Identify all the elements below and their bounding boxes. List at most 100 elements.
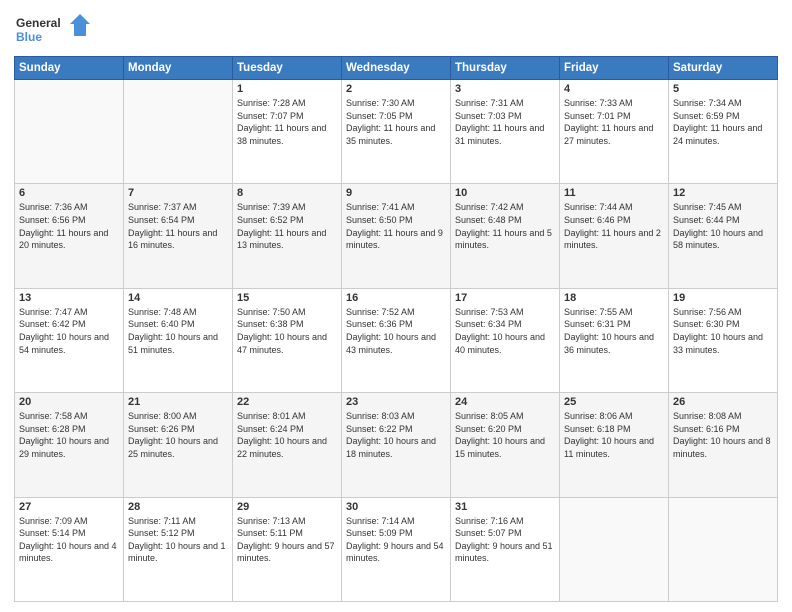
calendar-cell: 27 Sunrise: 7:09 AM Sunset: 5:14 PM Dayli…: [15, 497, 124, 601]
day-number: 14: [128, 292, 228, 304]
calendar-cell: 28 Sunrise: 7:11 AM Sunset: 5:12 PM Dayli…: [124, 497, 233, 601]
calendar-cell: 25 Sunrise: 8:06 AM Sunset: 6:18 PM Dayli…: [560, 393, 669, 497]
day-number: 28: [128, 501, 228, 513]
calendar-cell: [669, 497, 778, 601]
day-number: 24: [455, 396, 555, 408]
calendar-cell: 11 Sunrise: 7:44 AM Sunset: 6:46 PM Dayli…: [560, 184, 669, 288]
calendar-cell: 20 Sunrise: 7:58 AM Sunset: 6:28 PM Dayli…: [15, 393, 124, 497]
day-number: 1: [237, 83, 337, 95]
day-number: 27: [19, 501, 119, 513]
svg-text:Blue: Blue: [16, 30, 42, 44]
day-number: 31: [455, 501, 555, 513]
svg-text:General: General: [16, 16, 61, 30]
day-number: 17: [455, 292, 555, 304]
calendar-cell: 22 Sunrise: 8:01 AM Sunset: 6:24 PM Dayli…: [233, 393, 342, 497]
calendar-cell: 13Sunrise: 7:47 AM Sunset: 6:42 PM Dayli…: [15, 288, 124, 392]
calendar-cell: 1 Sunrise: 7:28 AM Sunset: 7:07 PM Daylig…: [233, 80, 342, 184]
day-content: Sunrise: 7:28 AM Sunset: 7:07 PM Dayligh…: [237, 97, 337, 147]
day-number: 7: [128, 187, 228, 199]
day-content: Sunrise: 7:30 AM Sunset: 7:05 PM Dayligh…: [346, 97, 446, 147]
day-content: Sunrise: 7:31 AM Sunset: 7:03 PM Dayligh…: [455, 97, 555, 147]
day-number: 29: [237, 501, 337, 513]
calendar-cell: 14 Sunrise: 7:48 AM Sunset: 6:40 PM Dayli…: [124, 288, 233, 392]
day-of-week-header: Sunday: [15, 57, 124, 80]
day-number: 3: [455, 83, 555, 95]
day-content: Sunrise: 7:48 AM Sunset: 6:40 PM Dayligh…: [128, 306, 228, 356]
day-content: Sunrise: 7:39 AM Sunset: 6:52 PM Dayligh…: [237, 201, 337, 251]
day-number: 2: [346, 83, 446, 95]
calendar-cell: 17 Sunrise: 7:53 AM Sunset: 6:34 PM Dayli…: [451, 288, 560, 392]
day-of-week-header: Monday: [124, 57, 233, 80]
day-number: 25: [564, 396, 664, 408]
page: General Blue SundayMondayTuesdayWednesda…: [0, 0, 792, 612]
day-content: Sunrise: 8:05 AM Sunset: 6:20 PM Dayligh…: [455, 410, 555, 460]
day-number: 22: [237, 396, 337, 408]
calendar-cell: 19 Sunrise: 7:56 AM Sunset: 6:30 PM Dayli…: [669, 288, 778, 392]
day-content: Sunrise: 7:33 AM Sunset: 7:01 PM Dayligh…: [564, 97, 664, 147]
calendar-cell: 10 Sunrise: 7:42 AM Sunset: 6:48 PM Dayli…: [451, 184, 560, 288]
calendar-cell: 18 Sunrise: 7:55 AM Sunset: 6:31 PM Dayli…: [560, 288, 669, 392]
day-number: 16: [346, 292, 446, 304]
day-content: Sunrise: 7:47 AM Sunset: 6:42 PM Dayligh…: [19, 306, 119, 356]
calendar-week-row: 27 Sunrise: 7:09 AM Sunset: 5:14 PM Dayli…: [15, 497, 778, 601]
day-number: 19: [673, 292, 773, 304]
day-content: Sunrise: 7:11 AM Sunset: 5:12 PM Dayligh…: [128, 515, 228, 565]
day-content: Sunrise: 8:00 AM Sunset: 6:26 PM Dayligh…: [128, 410, 228, 460]
day-content: Sunrise: 7:37 AM Sunset: 6:54 PM Dayligh…: [128, 201, 228, 251]
day-content: Sunrise: 7:45 AM Sunset: 6:44 PM Dayligh…: [673, 201, 773, 251]
day-number: 9: [346, 187, 446, 199]
day-number: 20: [19, 396, 119, 408]
day-content: Sunrise: 7:34 AM Sunset: 6:59 PM Dayligh…: [673, 97, 773, 147]
calendar-week-row: 20 Sunrise: 7:58 AM Sunset: 6:28 PM Dayli…: [15, 393, 778, 497]
header: General Blue: [14, 10, 778, 50]
calendar-cell: 23 Sunrise: 8:03 AM Sunset: 6:22 PM Dayli…: [342, 393, 451, 497]
day-of-week-header: Thursday: [451, 57, 560, 80]
day-content: Sunrise: 7:52 AM Sunset: 6:36 PM Dayligh…: [346, 306, 446, 356]
day-content: Sunrise: 7:50 AM Sunset: 6:38 PM Dayligh…: [237, 306, 337, 356]
calendar-cell: 16 Sunrise: 7:52 AM Sunset: 6:36 PM Dayli…: [342, 288, 451, 392]
calendar-cell: 9 Sunrise: 7:41 AM Sunset: 6:50 PM Daylig…: [342, 184, 451, 288]
day-content: Sunrise: 7:44 AM Sunset: 6:46 PM Dayligh…: [564, 201, 664, 251]
calendar-cell: 3 Sunrise: 7:31 AM Sunset: 7:03 PM Daylig…: [451, 80, 560, 184]
calendar-header-row: SundayMondayTuesdayWednesdayThursdayFrid…: [15, 57, 778, 80]
day-content: Sunrise: 7:41 AM Sunset: 6:50 PM Dayligh…: [346, 201, 446, 251]
day-content: Sunrise: 7:16 AM Sunset: 5:07 PM Dayligh…: [455, 515, 555, 565]
day-content: Sunrise: 7:56 AM Sunset: 6:30 PM Dayligh…: [673, 306, 773, 356]
day-of-week-header: Tuesday: [233, 57, 342, 80]
day-content: Sunrise: 8:03 AM Sunset: 6:22 PM Dayligh…: [346, 410, 446, 460]
day-of-week-header: Friday: [560, 57, 669, 80]
calendar-cell: 29Sunrise: 7:13 AM Sunset: 5:11 PM Dayli…: [233, 497, 342, 601]
calendar-cell: 5 Sunrise: 7:34 AM Sunset: 6:59 PM Daylig…: [669, 80, 778, 184]
calendar-cell: [15, 80, 124, 184]
day-content: Sunrise: 7:09 AM Sunset: 5:14 PM Dayligh…: [19, 515, 119, 565]
day-content: Sunrise: 7:55 AM Sunset: 6:31 PM Dayligh…: [564, 306, 664, 356]
day-content: Sunrise: 8:06 AM Sunset: 6:18 PM Dayligh…: [564, 410, 664, 460]
logo: General Blue: [14, 10, 94, 50]
day-content: Sunrise: 8:01 AM Sunset: 6:24 PM Dayligh…: [237, 410, 337, 460]
day-content: Sunrise: 7:36 AM Sunset: 6:56 PM Dayligh…: [19, 201, 119, 251]
calendar-cell: [124, 80, 233, 184]
day-number: 30: [346, 501, 446, 513]
day-number: 5: [673, 83, 773, 95]
day-content: Sunrise: 7:58 AM Sunset: 6:28 PM Dayligh…: [19, 410, 119, 460]
day-content: Sunrise: 7:42 AM Sunset: 6:48 PM Dayligh…: [455, 201, 555, 251]
calendar-cell: 4Sunrise: 7:33 AM Sunset: 7:01 PM Daylig…: [560, 80, 669, 184]
calendar-cell: 15Sunrise: 7:50 AM Sunset: 6:38 PM Dayli…: [233, 288, 342, 392]
day-number: 12: [673, 187, 773, 199]
day-content: Sunrise: 8:08 AM Sunset: 6:16 PM Dayligh…: [673, 410, 773, 460]
calendar-week-row: 13Sunrise: 7:47 AM Sunset: 6:42 PM Dayli…: [15, 288, 778, 392]
generalblue-logo-icon: General Blue: [14, 10, 94, 50]
day-number: 23: [346, 396, 446, 408]
calendar-cell: 12 Sunrise: 7:45 AM Sunset: 6:44 PM Dayli…: [669, 184, 778, 288]
calendar-cell: 24 Sunrise: 8:05 AM Sunset: 6:20 PM Dayli…: [451, 393, 560, 497]
day-content: Sunrise: 7:53 AM Sunset: 6:34 PM Dayligh…: [455, 306, 555, 356]
day-of-week-header: Saturday: [669, 57, 778, 80]
day-number: 10: [455, 187, 555, 199]
day-content: Sunrise: 7:14 AM Sunset: 5:09 PM Dayligh…: [346, 515, 446, 565]
day-of-week-header: Wednesday: [342, 57, 451, 80]
calendar-cell: [560, 497, 669, 601]
calendar-cell: 31 Sunrise: 7:16 AM Sunset: 5:07 PM Dayli…: [451, 497, 560, 601]
day-number: 18: [564, 292, 664, 304]
calendar-cell: 6Sunrise: 7:36 AM Sunset: 6:56 PM Daylig…: [15, 184, 124, 288]
day-number: 11: [564, 187, 664, 199]
